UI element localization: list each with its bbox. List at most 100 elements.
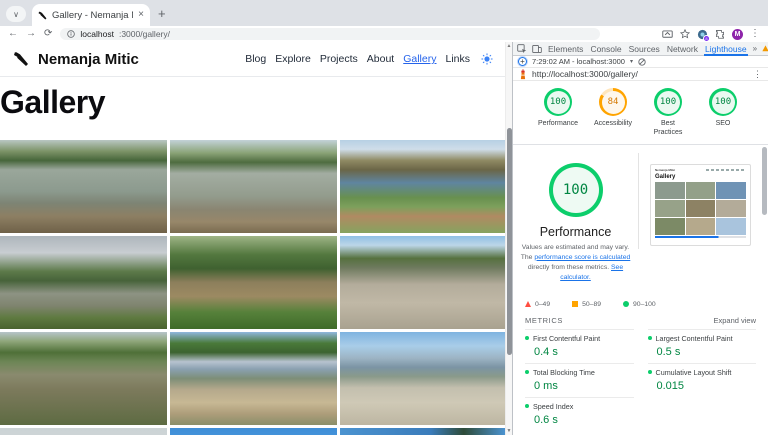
metric-value: 0 ms [534, 380, 634, 392]
nav-link-gallery[interactable]: Gallery [403, 53, 436, 65]
run-dropdown-caret-icon[interactable]: ▾ [630, 58, 633, 65]
gallery-photo[interactable] [340, 236, 505, 329]
expand-view-button[interactable]: Expand view [713, 316, 756, 325]
gallery-photo[interactable] [0, 140, 167, 233]
nav-link-about[interactable]: About [367, 53, 394, 65]
score-performance[interactable]: 100 Performance [537, 88, 579, 138]
report-scrollbar-thumb[interactable] [762, 147, 767, 215]
gallery-photo[interactable] [0, 236, 167, 329]
tab-close-icon[interactable]: × [138, 10, 144, 20]
metric-speed-index[interactable]: Speed Index 0.6 s [525, 397, 634, 431]
tab-search-chevron-button[interactable]: ∨ [6, 6, 26, 22]
performance-gauge[interactable]: 100 [549, 163, 603, 217]
page-scrollbar-thumb[interactable] [507, 128, 512, 355]
metric-value: 0.5 s [657, 346, 757, 358]
devtools-extension-icon[interactable]: 8 [697, 29, 708, 40]
theme-toggle-sun-icon[interactable] [481, 53, 493, 65]
lighthouse-report: 100 Performance 84 Accessibility 100 Bes… [513, 81, 768, 435]
score-label: SEO [702, 120, 744, 129]
score-best-practices[interactable]: 100 Best Practices [647, 88, 689, 138]
devtools-tab-sources[interactable]: Sources [628, 42, 661, 56]
gallery-photo[interactable] [170, 236, 337, 329]
score-label: Accessibility [592, 120, 634, 129]
nav-link-blog[interactable]: Blog [245, 53, 266, 65]
devtools-panel: Elements Console Sources Network Lightho… [512, 42, 768, 435]
profile-avatar[interactable]: M [732, 29, 743, 40]
inspect-element-icon[interactable] [517, 44, 527, 54]
new-tab-button[interactable]: + [158, 6, 166, 21]
metric-status-icon [525, 404, 529, 408]
new-report-button[interactable]: + [518, 57, 527, 66]
devtools-tab-console[interactable]: Console [589, 42, 622, 56]
gallery-photo[interactable] [0, 428, 167, 435]
poor-range-icon [525, 301, 531, 307]
category-scores: 100 Performance 84 Accessibility 100 Bes… [513, 81, 768, 138]
thumbnail-photo-grid [655, 182, 746, 235]
back-button[interactable]: ← [8, 29, 18, 39]
browser-menu-icon[interactable]: ⋮ [750, 29, 760, 39]
photo-grid [0, 140, 505, 435]
metric-status-icon [648, 336, 652, 340]
devtools-tab-elements[interactable]: Elements [547, 42, 584, 56]
site-nav: Blog Explore Projects About Gallery Link… [245, 53, 493, 65]
site-logo-pen-icon[interactable] [12, 50, 30, 68]
gallery-photo[interactable] [170, 428, 337, 435]
more-tabs-icon[interactable]: » [753, 44, 757, 53]
performance-section: 100 Performance Values are estimated and… [513, 145, 768, 293]
metric-cls[interactable]: Cumulative Layout Shift 0.015 [648, 363, 757, 397]
scroll-up-icon[interactable]: ▲ [506, 43, 512, 49]
score-calc-link[interactable]: performance score is calculated [534, 254, 630, 261]
scroll-down-icon[interactable]: ▼ [506, 428, 512, 434]
send-to-device-icon[interactable] [662, 30, 673, 39]
performance-title: Performance [513, 225, 638, 239]
metric-tbt[interactable]: Total Blocking Time 0 ms [525, 363, 634, 397]
address-bar[interactable]: localhost :3000/gallery/ [60, 28, 600, 40]
nav-link-links[interactable]: Links [445, 53, 470, 65]
clear-reports-icon[interactable] [638, 58, 646, 66]
score-label: Performance [537, 120, 579, 129]
page-scrollbar[interactable]: ▲ ▼ [505, 42, 512, 435]
score-seo[interactable]: 100 SEO [702, 88, 744, 138]
devtools-tab-network[interactable]: Network [666, 42, 699, 56]
nav-link-projects[interactable]: Projects [320, 53, 358, 65]
report-url: http://localhost:3000/gallery/ [532, 69, 748, 79]
reload-button[interactable]: ⟳ [44, 29, 52, 39]
url-host: localhost [80, 29, 114, 39]
browser-tab[interactable]: Gallery - Nemanja Mitic × [32, 4, 150, 26]
site-header: Nemanja Mitic Blog Explore Projects Abou… [0, 42, 505, 77]
gallery-photo[interactable] [170, 140, 337, 233]
score-accessibility[interactable]: 84 Accessibility [592, 88, 634, 138]
site-info-icon[interactable] [67, 30, 75, 38]
score-value: 100 [657, 91, 680, 114]
thumbnail-heading: Gallery [655, 174, 746, 180]
gallery-photo[interactable] [340, 428, 505, 435]
gallery-photo[interactable] [0, 332, 167, 425]
url-path: :3000/gallery/ [119, 29, 170, 39]
console-warnings-button[interactable]: 1 [762, 44, 768, 53]
performance-score: 100 [553, 167, 599, 213]
page-screenshot-thumbnail[interactable]: Nemanja Mitic Gallery [650, 164, 751, 246]
score-value: 100 [712, 91, 735, 114]
site-favicon-icon [38, 11, 47, 20]
thumbnail-nav [706, 169, 746, 171]
metric-status-icon [525, 370, 529, 374]
metric-status-icon [648, 370, 652, 374]
metrics-section-title: METRICS [525, 316, 563, 325]
bookmark-star-icon[interactable] [680, 29, 690, 39]
gallery-photo[interactable] [170, 332, 337, 425]
extensions-puzzle-icon[interactable] [715, 29, 725, 39]
report-menu-icon[interactable]: ⋮ [753, 70, 762, 79]
metric-fcp[interactable]: First Contentful Paint 0.4 s [525, 329, 634, 363]
gallery-photo[interactable] [340, 332, 505, 425]
metrics-grid: First Contentful Paint 0.4 s Largest Con… [513, 329, 768, 431]
report-run-selector[interactable]: 7:29:02 AM - localhost:3000 [532, 57, 625, 66]
gallery-photo[interactable] [340, 140, 505, 233]
devtools-tab-lighthouse[interactable]: Lighthouse [704, 42, 748, 56]
metric-value: 0.4 s [534, 346, 634, 358]
forward-button[interactable]: → [26, 29, 36, 39]
metric-lcp[interactable]: Largest Contentful Paint 0.5 s [648, 329, 757, 363]
browser-toolbar: ← → ⟳ localhost :3000/gallery/ 8 M ⋮ [0, 26, 768, 42]
site-title[interactable]: Nemanja Mitic [38, 51, 139, 68]
nav-link-explore[interactable]: Explore [275, 53, 311, 65]
device-toolbar-icon[interactable] [532, 44, 542, 54]
